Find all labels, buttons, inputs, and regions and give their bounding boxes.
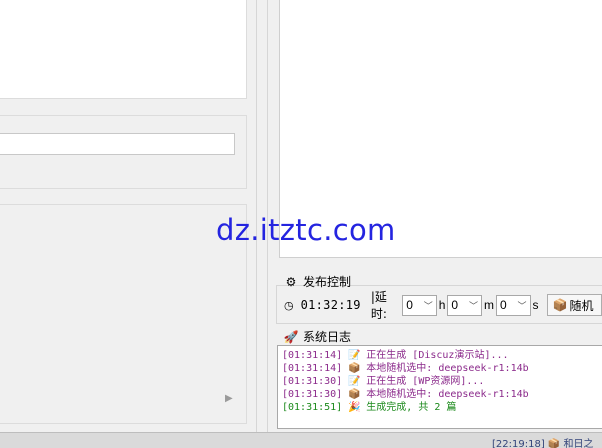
party-icon: 🎉: [348, 402, 361, 413]
list-group: [0, 204, 247, 424]
hours-select[interactable]: 0 ﹀: [402, 294, 437, 316]
minutes-value: 0: [451, 298, 459, 312]
system-log-title: 系统日志: [303, 330, 352, 344]
hours-value: 0: [406, 298, 413, 312]
log-entry-time: [01:31:14]: [282, 363, 343, 374]
log-entry-text: 本地随机选中: deepseek-r1:14b: [366, 363, 529, 374]
minutes-select[interactable]: 0 ﹀: [447, 294, 482, 316]
scroll-right-arrow-icon[interactable]: ▶: [225, 393, 235, 405]
log-entry: [01:31:51] 🎉 生成完成, 共 2 篇: [282, 401, 602, 414]
log-entry-time: [01:31:14]: [282, 350, 343, 361]
text-input-field[interactable]: [0, 133, 235, 155]
content-area[interactable]: [0, 0, 247, 99]
pencil-icon: 📝: [348, 350, 361, 361]
log-entry-text: 本地随机选中: deepseek-r1:14b: [366, 389, 529, 400]
log-entry-time: [01:31:30]: [282, 376, 343, 387]
taskbar-text: [22:19:18] 📦 和日之: [492, 439, 594, 448]
box-icon: 📦: [348, 363, 361, 374]
current-time: 01:32:19: [300, 298, 361, 312]
chevron-down-icon: ﹀: [423, 300, 433, 311]
log-entry-time: [01:31:30]: [282, 389, 343, 400]
pencil-icon: 📝: [348, 376, 361, 387]
log-entry: [01:31:14] 📦 本地随机选中: deepseek-r1:14b: [282, 362, 602, 375]
gear-icon: ⚙: [285, 274, 297, 289]
clock-icon: ◷: [284, 298, 294, 312]
log-entry-text: 正在生成 [Discuz演示站]...: [366, 350, 509, 361]
seconds-select[interactable]: 0 ﹀: [495, 294, 531, 316]
publish-control-header: ⚙ 发布控制: [284, 273, 351, 290]
system-log-header: 🚀 系统日志: [284, 328, 351, 345]
chevron-down-icon: ﹀: [468, 300, 478, 311]
log-entry-time: [01:31:51]: [282, 402, 343, 413]
log-entry: [01:31:14] 📝 正在生成 [Discuz演示站]...: [282, 349, 602, 362]
log-entry-text: 正在生成 [WP资源网]...: [366, 376, 485, 387]
log-entry: [01:31:30] 📝 正在生成 [WP资源网]...: [282, 375, 602, 388]
delay-label: |延时:: [370, 290, 387, 321]
log-entry-text: 生成完成, 共 2 篇: [366, 402, 457, 413]
minutes-unit: m: [483, 298, 494, 312]
watermark: dz.itztc.com: [216, 213, 396, 247]
publish-control-title: 发布控制: [303, 275, 352, 289]
hours-unit: h: [438, 298, 446, 312]
random-button[interactable]: 📦 随机: [546, 294, 602, 316]
seconds-unit: s: [532, 298, 539, 312]
seconds-value: 0: [499, 298, 507, 312]
log-entry: [01:31:30] 📦 本地随机选中: deepseek-r1:14b: [282, 388, 602, 401]
chevron-down-icon: ﹀: [517, 300, 527, 311]
publish-control-row: ◷ 01:32:19 |延时: 0 ﹀ h 0 ﹀ m 0 ﹀ s 📦 随机: [284, 290, 602, 321]
box-icon: 📦: [552, 298, 568, 312]
box-icon: 📦: [348, 389, 361, 400]
rocket-icon: 🚀: [283, 329, 299, 344]
random-button-label: 随机: [569, 298, 594, 313]
system-log[interactable]: [01:31:14] 📝 正在生成 [Discuz演示站]... [01:31:1…: [277, 345, 602, 429]
